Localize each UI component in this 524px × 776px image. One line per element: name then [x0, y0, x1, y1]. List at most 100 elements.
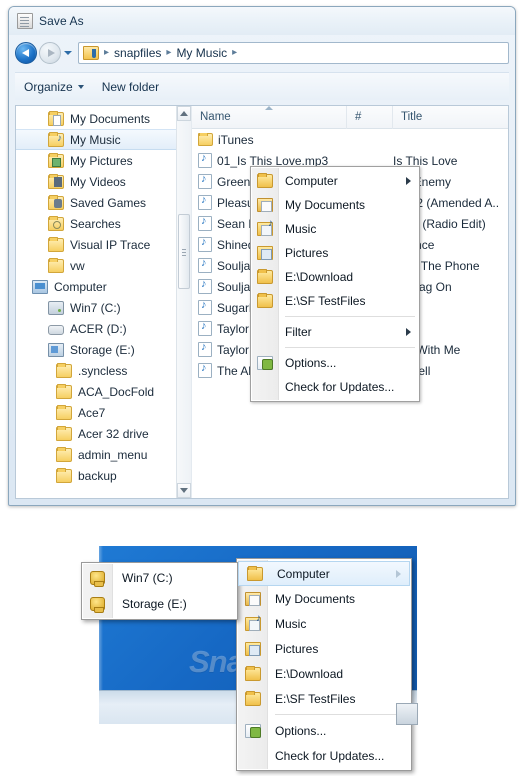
- menu-item-options[interactable]: Options...: [237, 718, 411, 743]
- column-header-number[interactable]: #: [347, 106, 393, 129]
- nav-item-label: My Pictures: [70, 153, 133, 168]
- folder-icon: [56, 446, 72, 462]
- menu-item-label: Computer: [277, 566, 330, 581]
- mp3-file-icon: [198, 342, 212, 357]
- computer-submenu: Win7 (C:) Storage (E:): [81, 562, 238, 620]
- menu-item-music[interactable]: Music: [237, 611, 411, 636]
- mp3-file-icon: [198, 300, 212, 315]
- file-list-pane: Name # Title iTunes01_Is This Love.mp3Is…: [192, 106, 508, 498]
- menu-item-filter[interactable]: Filter: [251, 320, 419, 344]
- menu-item-computer[interactable]: Computer: [238, 561, 410, 586]
- address-bar[interactable]: ▸ snapfiles ▸ My Music ▸: [78, 42, 509, 64]
- menu-item-e-sf-testfiles[interactable]: E:\SF TestFiles: [237, 686, 411, 711]
- nav-item-win7-c[interactable]: Win7 (C:): [16, 297, 191, 318]
- computer-icon: [32, 279, 48, 294]
- scrollbar-thumb[interactable]: [178, 214, 190, 289]
- menu-item-pictures[interactable]: Pictures: [237, 636, 411, 661]
- nav-item-storage-e[interactable]: Storage (E:): [16, 339, 191, 360]
- menu-item-e-download[interactable]: E:\Download: [237, 661, 411, 686]
- nav-item-ace7[interactable]: Ace7: [16, 402, 191, 423]
- nav-item-my-documents[interactable]: My Documents: [16, 108, 191, 129]
- folder-icon: [56, 404, 72, 420]
- nav-item-label: .syncless: [78, 363, 128, 378]
- nav-item-label: vw: [70, 258, 85, 273]
- menu-item-label: Check for Updates...: [275, 748, 385, 763]
- menu-item-label: My Documents: [285, 198, 366, 212]
- nav-item-label: Ace7: [78, 405, 106, 420]
- nav-item-label: My Documents: [70, 111, 151, 126]
- submenu-item-win7-c[interactable]: Win7 (C:): [82, 565, 237, 591]
- nav-item-syncless[interactable]: .syncless: [16, 360, 191, 381]
- menu-item-music[interactable]: Music: [251, 217, 419, 241]
- menu-item-options[interactable]: Options...: [251, 351, 419, 375]
- title-bar: Save As: [9, 7, 515, 35]
- nav-item-aca-docfold[interactable]: ACA_DocFold: [16, 381, 191, 402]
- pictures-icon: [257, 246, 273, 260]
- menu-item-e-sf-testfiles[interactable]: E:\SF TestFiles: [251, 289, 419, 313]
- scroll-up-button[interactable]: [177, 106, 191, 121]
- nav-item-label: ACER (D:): [70, 321, 127, 336]
- breadcrumb-separator-2[interactable]: ▸: [229, 48, 240, 58]
- folder-icon: [257, 269, 273, 284]
- organize-button[interactable]: Organize: [15, 77, 93, 97]
- menu-separator: [285, 347, 415, 348]
- chevron-down-icon: [64, 51, 72, 55]
- nav-item-my-music[interactable]: My Music: [16, 129, 191, 150]
- nav-item-saved-games[interactable]: Saved Games: [16, 192, 191, 213]
- menu-item-check-for-updates[interactable]: Check for Updates...: [237, 743, 411, 768]
- menu-item-label: Options...: [275, 723, 327, 738]
- menu-item-pictures[interactable]: Pictures: [251, 241, 419, 265]
- nav-item-acer-d[interactable]: ACER (D:): [16, 318, 191, 339]
- nav-item-vw[interactable]: vw: [16, 255, 191, 276]
- navpane-scrollbar[interactable]: [176, 106, 191, 498]
- caret-down-icon: [77, 84, 84, 89]
- submenu-arrow-icon: [406, 177, 411, 185]
- menu-item-e-download[interactable]: E:\Download: [251, 265, 419, 289]
- menu-item-check-for-updates[interactable]: Check for Updates...: [251, 375, 419, 399]
- column-header-name[interactable]: Name: [192, 106, 347, 129]
- navigation-bar: ▸ snapfiles ▸ My Music ▸: [15, 37, 509, 69]
- folder-icon: [245, 690, 261, 706]
- folder-icon: [56, 467, 72, 483]
- options-icon: [245, 723, 261, 738]
- desktop-snippet: SnapFiles 8/19/2010 ComputerMy Documents…: [81, 546, 418, 771]
- nav-item-searches[interactable]: Searches: [16, 213, 191, 234]
- nav-item-label: Visual IP Trace: [70, 237, 151, 252]
- documents-icon: [257, 198, 273, 212]
- table-row[interactable]: iTunes: [192, 129, 508, 150]
- mp3-file-icon: [198, 279, 212, 294]
- pictures-icon: [245, 641, 261, 656]
- breadcrumb-snapfiles[interactable]: snapfiles: [112, 46, 163, 60]
- nav-item-my-videos[interactable]: My Videos: [16, 171, 191, 192]
- breadcrumb-separator-1[interactable]: ▸: [163, 48, 174, 58]
- mp3-file-icon: [198, 363, 212, 378]
- nav-item-acer-32-drive[interactable]: Acer 32 drive: [16, 423, 191, 444]
- menu-item-my-documents[interactable]: My Documents: [251, 193, 419, 217]
- folder-icon: [198, 132, 213, 146]
- column-header-title[interactable]: Title: [393, 106, 508, 129]
- submenu-item-storage-e[interactable]: Storage (E:): [82, 591, 237, 617]
- menu-item-label: Music: [275, 616, 307, 631]
- back-button[interactable]: [15, 42, 37, 64]
- context-menu: Computer My Documents Music Pictures E:\Down…: [250, 166, 420, 402]
- nav-item-computer[interactable]: Computer: [16, 276, 191, 297]
- scroll-down-arrow-icon: [180, 488, 188, 493]
- new-folder-button[interactable]: New folder: [93, 77, 168, 97]
- folder-icon: [56, 383, 72, 399]
- scroll-down-button[interactable]: [177, 483, 191, 498]
- forward-button[interactable]: [39, 42, 61, 64]
- menu-separator: [285, 316, 415, 317]
- recent-locations-button[interactable]: [61, 42, 75, 64]
- nav-item-admin-menu[interactable]: admin_menu: [16, 444, 191, 465]
- breadcrumb-separator-0[interactable]: ▸: [101, 48, 112, 58]
- breadcrumb-my-music[interactable]: My Music: [174, 46, 229, 60]
- menu-item-my-documents[interactable]: My Documents: [237, 586, 411, 611]
- nav-item-backup[interactable]: backup: [16, 465, 191, 486]
- nav-item-visual-ip-trace[interactable]: Visual IP Trace: [16, 234, 191, 255]
- mp3-file-icon: [198, 258, 212, 273]
- nav-item-my-pictures[interactable]: My Pictures: [16, 150, 191, 171]
- notepad-icon: [17, 13, 33, 29]
- menu-item-label: E:\SF TestFiles: [285, 294, 366, 308]
- optical-drive-icon: [48, 324, 64, 335]
- menu-item-computer[interactable]: Computer: [251, 169, 419, 193]
